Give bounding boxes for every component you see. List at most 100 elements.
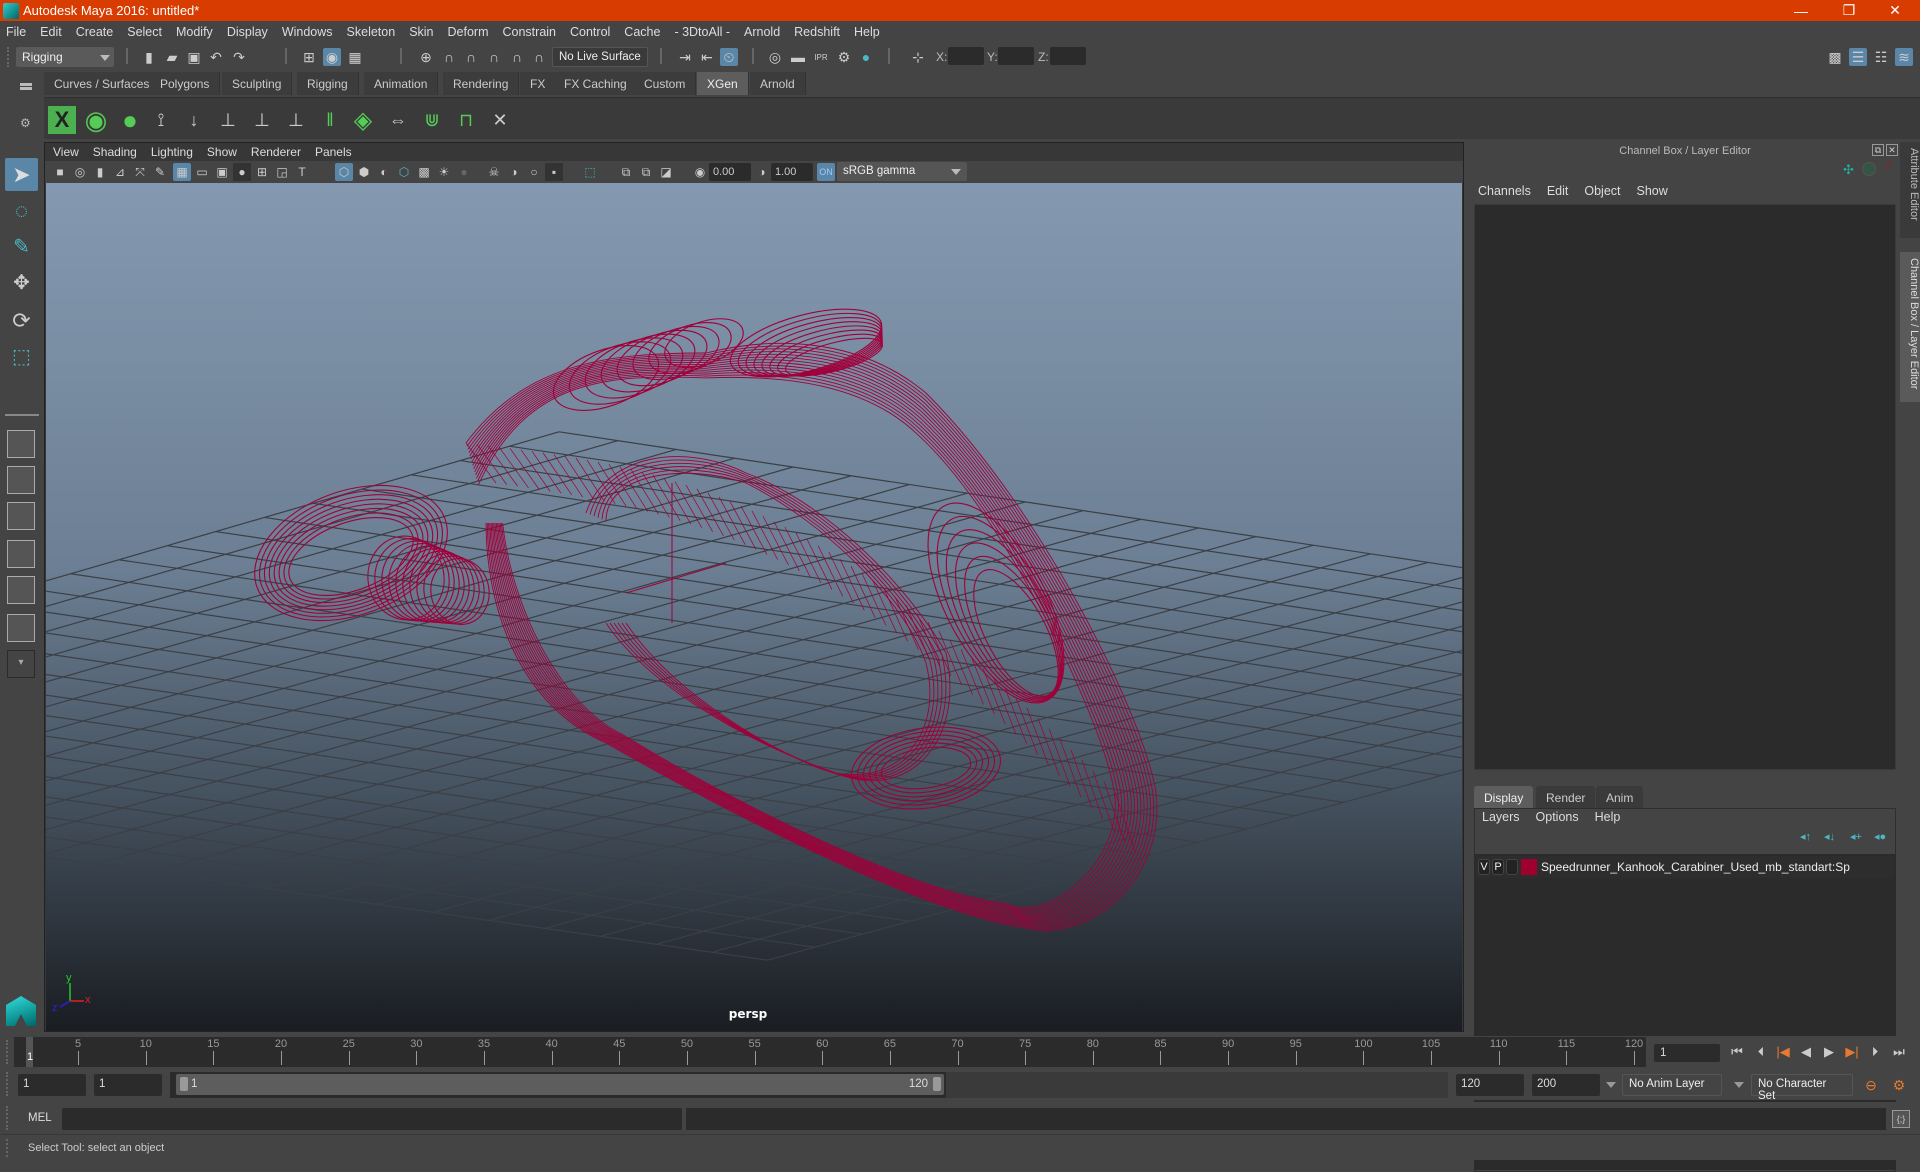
shelf-tab-curves-surfaces[interactable]: Curves / Surfaces [44, 72, 161, 95]
resolution-gate-icon[interactable]: ▣ [213, 163, 231, 181]
step-forward-key-icon[interactable]: ⏵ [1866, 1043, 1884, 1061]
new-empty-layer-icon[interactable]: ◂+ [1850, 830, 1862, 843]
current-frame-field[interactable]: 1 [1654, 1044, 1720, 1062]
shelf-settings-icon[interactable]: ⚙ [20, 116, 32, 130]
menu-constrain[interactable]: Constrain [503, 25, 557, 39]
shelf-tab-fx[interactable]: FX [520, 72, 557, 95]
menu-help[interactable]: Help [854, 25, 880, 39]
smooth-shade-icon[interactable]: ⬢ [355, 163, 373, 181]
xgen-editor-icon[interactable]: X [48, 106, 76, 134]
ambient-occlusion-icon[interactable]: ☠ [485, 163, 503, 181]
new-layer-from-selection-icon[interactable]: ◂● [1874, 830, 1886, 843]
patch-icon[interactable]: ◈ [349, 106, 377, 134]
render-settings-icon[interactable]: ⚙ [835, 48, 853, 66]
toggle-visibility-icon[interactable]: ● [116, 105, 144, 135]
2d-pan-zoom-icon[interactable]: ⤧ [131, 163, 149, 181]
shelf-tab-custom[interactable]: Custom [634, 72, 697, 95]
z-field[interactable] [1050, 47, 1086, 65]
save-scene-icon[interactable]: ▣ [185, 48, 203, 66]
x-field[interactable] [948, 47, 984, 65]
textured-icon[interactable]: ▩ [415, 163, 433, 181]
minimize-button[interactable]: — [1778, 0, 1824, 21]
undo-icon[interactable]: ↶ [207, 48, 225, 66]
xray-icon[interactable]: ⬡ [395, 163, 413, 181]
transform-mode-icon[interactable]: ⊹ [909, 48, 927, 66]
shelf-menu-icon[interactable] [20, 83, 32, 86]
layer-playback-toggle[interactable]: P [1492, 859, 1504, 875]
channel-box-menu-object[interactable]: Object [1584, 184, 1620, 198]
menu-windows[interactable]: Windows [282, 25, 333, 39]
safe-title-icon[interactable]: T [293, 163, 311, 181]
viewport-menu-shading[interactable]: Shading [93, 145, 137, 159]
grease-pencil-icon[interactable]: ✎ [151, 163, 169, 181]
persp-graph-outliner-layout-icon[interactable] [7, 614, 35, 642]
shelf-tab-sculpting[interactable]: Sculpting [222, 72, 293, 95]
camera-attributes-icon[interactable]: ◎ [71, 163, 89, 181]
snap-point-icon[interactable]: ∩ [462, 48, 480, 66]
camera-icon[interactable]: ■ [51, 163, 69, 181]
open-scene-icon[interactable]: ▰ [163, 48, 181, 66]
layer-menu-help[interactable]: Help [1595, 810, 1621, 824]
channel-box-menu-edit[interactable]: Edit [1547, 184, 1569, 198]
four-view-layout-icon[interactable] [7, 466, 35, 494]
menu-arnold[interactable]: Arnold [744, 25, 780, 39]
select-object-icon[interactable]: ◉ [323, 48, 341, 66]
shelf-tab-rendering[interactable]: Rendering [443, 72, 520, 95]
create-description-icon[interactable]: ◉ [82, 105, 110, 135]
shelf-tab-arnold[interactable]: Arnold [750, 72, 806, 95]
layer-tab-display[interactable]: Display [1474, 786, 1534, 808]
play-forward-icon[interactable]: ▶ [1820, 1043, 1838, 1061]
wireframe-icon[interactable]: ⬡ [335, 163, 353, 181]
y-field[interactable] [998, 47, 1034, 65]
script-editor-icon[interactable]: {;} [1892, 1110, 1910, 1128]
attribute-editor-tab[interactable]: Attribute Editor [1900, 142, 1920, 238]
input-operations-icon[interactable]: ⇥ [676, 48, 694, 66]
shelf-tab-polygons[interactable]: Polygons [150, 72, 221, 95]
playback-start-field[interactable]: 1 [94, 1074, 162, 1096]
ipr-render-icon[interactable]: IPR [812, 48, 830, 66]
gate-mask-icon[interactable]: ● [233, 163, 251, 181]
channel-box-menu-show[interactable]: Show [1637, 184, 1668, 198]
timeline-track[interactable]: 1 5 10 15 20 25 30 35 40 45 50 55 60 65 70 75 80 85 90 95 1… [14, 1037, 1646, 1067]
menu-deform[interactable]: Deform [448, 25, 489, 39]
channel-box-menu-channels[interactable]: Channels [1478, 184, 1531, 198]
step-back-frame-icon[interactable]: |◀ [1774, 1043, 1792, 1061]
isolate-select-icon[interactable]: ⬚ [581, 163, 599, 181]
layer-name[interactable]: Speedrunner_Kanhook_Carabiner_Used_mb_st… [1541, 860, 1850, 874]
rotate-tool-icon[interactable]: ⟳ [5, 304, 38, 337]
menu-skin[interactable]: Skin [409, 25, 433, 39]
range-end-handle[interactable] [933, 1077, 941, 1091]
viewport-menu-view[interactable]: View [53, 145, 79, 159]
gamma-icon[interactable]: ◑ [753, 163, 771, 181]
wireframe-on-shaded-icon[interactable]: ◐ [375, 163, 393, 181]
go-to-start-icon[interactable]: ⏮ [1728, 1043, 1746, 1061]
speed-icon[interactable] [1862, 162, 1876, 176]
layer-visibility-toggle[interactable]: V [1478, 859, 1490, 875]
motion-blur-icon[interactable]: ◑ [505, 163, 523, 181]
menu-redshift[interactable]: Redshift [794, 25, 840, 39]
anim-layer-dropdown[interactable]: No Anim Layer [1622, 1074, 1722, 1096]
attribute-editor-toggle-icon[interactable]: ☰ [1849, 48, 1867, 66]
menu-file[interactable]: File [6, 25, 26, 39]
auto-key-icon[interactable]: ⊖ [1862, 1076, 1880, 1094]
viewport-menu-panels[interactable]: Panels [315, 145, 352, 159]
layer-display-type-toggle[interactable] [1506, 859, 1518, 875]
field-chart-icon[interactable]: ⊞ [253, 163, 271, 181]
command-input[interactable] [62, 1108, 682, 1130]
bookmark-icon[interactable]: ▮ [91, 163, 109, 181]
move-layer-down-icon[interactable]: ◂↓ [1824, 830, 1835, 843]
layer-menu-layers[interactable]: Layers [1482, 810, 1520, 824]
menu-modify[interactable]: Modify [176, 25, 213, 39]
exposure-icon[interactable]: ◉ [691, 163, 709, 181]
animation-end-field[interactable]: 200 [1532, 1074, 1600, 1096]
range-bar[interactable]: 1 120 [176, 1074, 944, 1095]
animation-start-field[interactable]: 1 [18, 1074, 86, 1096]
make-live-icon[interactable]: ∩ [508, 48, 526, 66]
toolbar-grip[interactable] [6, 1139, 12, 1157]
select-hierarchy-icon[interactable]: ⊞ [300, 48, 318, 66]
step-back-key-icon[interactable]: ⏴ [1752, 1043, 1770, 1061]
character-set-dropdown[interactable]: No Character Set [1751, 1074, 1853, 1102]
playback-end-field[interactable]: 120 [1456, 1074, 1524, 1096]
close-panel-icon[interactable]: ✕ [1886, 144, 1898, 156]
view-transform-dropdown[interactable]: sRGB gamma [837, 162, 967, 181]
